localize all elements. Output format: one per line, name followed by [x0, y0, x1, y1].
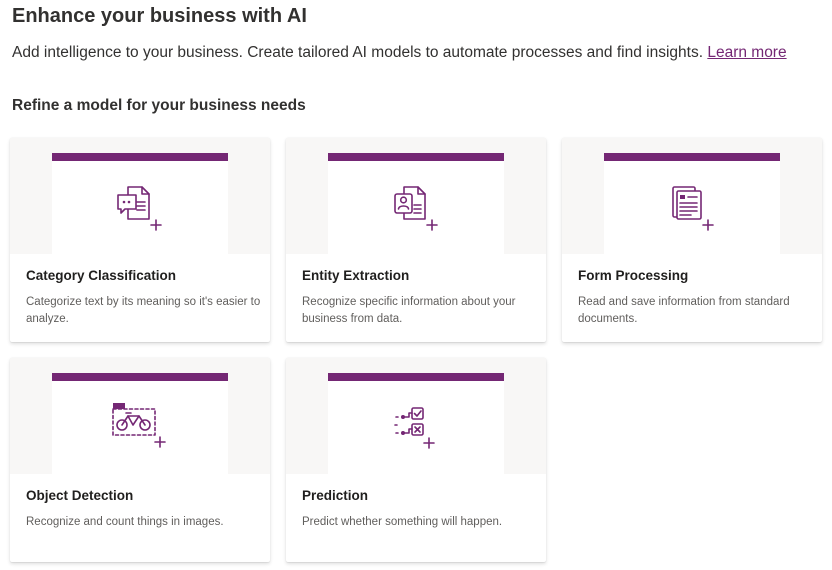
- card-hero: [562, 138, 822, 254]
- card-title: Form Processing: [578, 268, 689, 283]
- card-description: Recognize specific information about you…: [302, 296, 516, 325]
- card-accent-bar: [52, 373, 228, 381]
- card-hero-panel: [52, 153, 228, 254]
- card-hero: [10, 358, 270, 474]
- card-hero: [286, 358, 546, 474]
- prediction-checkbox-icon: [394, 407, 435, 449]
- card-accent-bar: [328, 373, 504, 381]
- card-description: Categorize text by its meaning so it's e…: [26, 296, 261, 325]
- card-description: Recognize and count things in images.: [26, 516, 224, 528]
- card-form-processing[interactable]: Form Processing Read and save informatio…: [562, 138, 822, 342]
- subtitle-text: Add intelligence to your business. Creat…: [12, 44, 704, 61]
- card-hero-panel: [604, 153, 780, 254]
- card-hero-panel: [328, 373, 504, 474]
- card-description: Read and save information from standard …: [578, 296, 790, 325]
- card-hero-panel: [328, 153, 504, 254]
- card-category-classification[interactable]: Category Classification Categorize text …: [10, 138, 270, 342]
- page-subtitle: Add intelligence to your business. Creat…: [12, 44, 787, 62]
- section-heading: Refine a model for your business needs: [12, 97, 306, 114]
- card-description: Predict whether something will happen.: [302, 516, 503, 528]
- card-object-detection[interactable]: Object Detection Recognize and count thi…: [10, 358, 270, 562]
- card-entity-extraction[interactable]: Entity Extraction Recognize specific inf…: [286, 138, 546, 342]
- chat-document-icon: [117, 186, 162, 231]
- card-hero-panel: [52, 373, 228, 474]
- form-document-icon: [672, 186, 714, 231]
- learn-more-link[interactable]: Learn more: [707, 44, 786, 61]
- contact-document-icon: [394, 186, 438, 231]
- card-title: Object Detection: [26, 488, 134, 503]
- card-accent-bar: [604, 153, 780, 161]
- card-hero: [10, 138, 270, 254]
- card-accent-bar: [328, 153, 504, 161]
- page-title: Enhance your business with AI: [12, 5, 307, 27]
- card-title: Entity Extraction: [302, 268, 410, 283]
- card-accent-bar: [52, 153, 228, 161]
- card-title: Category Classification: [26, 268, 177, 283]
- card-title: Prediction: [302, 488, 369, 503]
- card-hero: [286, 138, 546, 254]
- bicycle-detection-icon: [112, 403, 166, 448]
- card-prediction[interactable]: Prediction Predict whether something wil…: [286, 358, 546, 562]
